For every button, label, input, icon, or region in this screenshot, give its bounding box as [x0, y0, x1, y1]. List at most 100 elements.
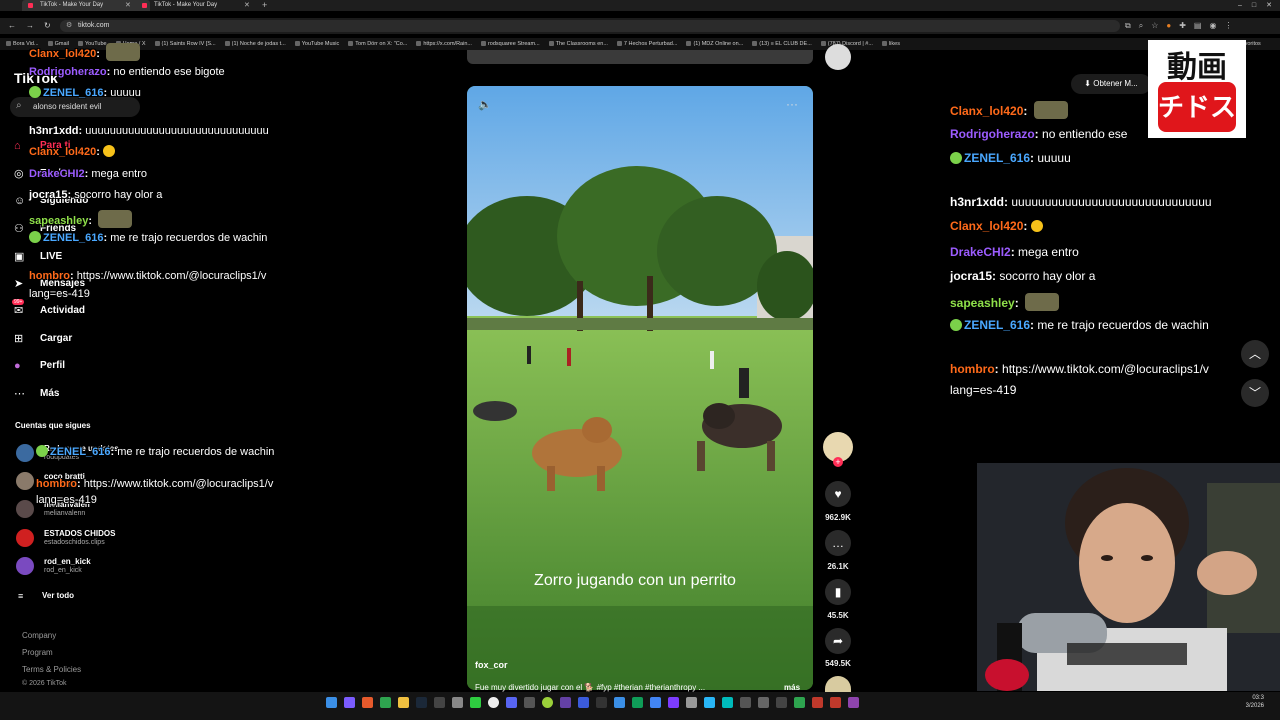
sidebar-item-live[interactable]: ▣ LIVE: [14, 250, 144, 264]
discord-icon[interactable]: [506, 697, 517, 708]
zoom-icon[interactable]: ⌕: [1139, 18, 1143, 34]
chat-message: DrakeCHI2: mega entro: [950, 245, 1079, 259]
chat-message: sapeashley:: [29, 210, 133, 228]
app-icon[interactable]: [686, 697, 697, 708]
windows-start-icon[interactable]: [326, 697, 337, 708]
sidebar-item-perfil[interactable]: ● Perfil: [14, 359, 144, 373]
app-icon[interactable]: [830, 697, 841, 708]
bookmark-item[interactable]: YouTube Music: [295, 38, 340, 50]
new-tab-icon[interactable]: +: [262, 0, 267, 11]
chat-username: DrakeCHI2: [950, 245, 1011, 259]
next-video-button[interactable]: ﹀: [1241, 379, 1269, 407]
sidebar-icon[interactable]: ▤: [1194, 18, 1202, 34]
share-button[interactable]: ➦: [825, 628, 851, 654]
sidebar-item-más[interactable]: ⋯ Más: [14, 387, 144, 401]
bookmark-item[interactable]: rodsquaree Stream...: [481, 38, 540, 50]
bookmark-button[interactable]: ▮: [825, 579, 851, 605]
app-icon[interactable]: [650, 697, 661, 708]
footer-company[interactable]: Company: [22, 631, 56, 640]
bookmark-item[interactable]: (13) ≡ EL CLUB DE...: [752, 38, 812, 50]
chrome-icon[interactable]: [380, 697, 391, 708]
app-icon[interactable]: [596, 697, 607, 708]
get-app-button[interactable]: ⬇ Obtener M...: [1071, 74, 1151, 94]
list-item[interactable]: ESTADOS CHIDOS estadoschidos.clips: [0, 529, 150, 551]
sidebar-item-actividad[interactable]: ✉ Actividad 99+: [12, 299, 144, 318]
previous-video-edge[interactable]: [467, 50, 813, 64]
previous-video-button[interactable]: ︿: [1241, 340, 1269, 368]
volume-icon[interactable]: 🔈: [478, 98, 492, 111]
chat-text: uuuuuuuuuuuuuuuuuuuuuuuuuuuuuu: [85, 125, 269, 137]
extension-icon[interactable]: ●: [1166, 18, 1171, 34]
friends-icon: ⚇: [14, 223, 24, 235]
more-link[interactable]: más: [784, 683, 800, 692]
bookmark-item[interactable]: Tom Dörr on X: "Co...: [348, 38, 407, 50]
app-icon[interactable]: [488, 697, 499, 708]
app-icon[interactable]: [722, 697, 733, 708]
app-icon[interactable]: [578, 697, 589, 708]
prev-avatar[interactable]: [825, 44, 851, 70]
url-box[interactable]: [60, 20, 1120, 32]
back-icon[interactable]: ←: [8, 18, 16, 34]
close-window-icon[interactable]: ✕: [1266, 0, 1272, 11]
sound-disc[interactable]: [825, 676, 851, 692]
bookmark-item[interactable]: likes: [882, 38, 900, 50]
maximize-icon[interactable]: □: [1252, 0, 1256, 11]
app-icon[interactable]: [848, 697, 859, 708]
app-icon[interactable]: [668, 697, 679, 708]
video-player[interactable]: [467, 86, 813, 690]
close-tab-icon[interactable]: ✕: [125, 0, 131, 11]
app-icon[interactable]: [344, 697, 355, 708]
reload-icon[interactable]: ↻: [44, 18, 51, 34]
following-handle: melianvalenn: [44, 510, 86, 517]
bookmark-item[interactable]: 7 Hechos Perturbad...: [617, 38, 678, 50]
menu-icon[interactable]: ⋮: [1224, 18, 1232, 34]
bookmark-item[interactable]: (1) Noche de jodas t...: [225, 38, 286, 50]
comment-button[interactable]: …: [825, 530, 851, 556]
list-item[interactable]: rod_en_kick rod_en_kick: [0, 557, 150, 579]
chrome-icon[interactable]: [794, 697, 805, 708]
bookmark-item[interactable]: The Classrooms en...: [549, 38, 608, 50]
site-info-icon[interactable]: ⚙: [66, 20, 72, 32]
like-count: 962.9K: [825, 513, 851, 522]
app-icon[interactable]: [542, 697, 553, 708]
install-icon[interactable]: ⧉: [1125, 18, 1131, 34]
app-icon[interactable]: [434, 697, 445, 708]
chat-message: lang=es-419: [950, 383, 1016, 397]
puzzle-icon[interactable]: ✚: [1179, 18, 1186, 34]
app-icon[interactable]: [470, 697, 481, 708]
app-icon[interactable]: [632, 697, 643, 708]
steam-icon[interactable]: [416, 697, 427, 708]
app-icon[interactable]: [758, 697, 769, 708]
follow-plus-icon[interactable]: +: [833, 457, 843, 467]
profile-avatar-icon[interactable]: ◉: [1209, 18, 1216, 34]
video-author[interactable]: fox_cor: [475, 660, 508, 670]
footer-terms[interactable]: Terms & Policies: [22, 665, 81, 674]
app-icon[interactable]: [704, 697, 715, 708]
emote-icon: [1025, 293, 1060, 311]
app-icon[interactable]: [812, 697, 823, 708]
minimize-icon[interactable]: –: [1238, 0, 1242, 11]
sidebar-item-cargar[interactable]: ⊞ Cargar: [14, 332, 144, 346]
folder-icon[interactable]: [398, 697, 409, 708]
twitch-icon[interactable]: [560, 697, 571, 708]
app-icon[interactable]: [524, 697, 535, 708]
star-icon[interactable]: ☆: [1151, 18, 1158, 34]
chat-message: hombro: https://www.tiktok.com/@locuracl…: [950, 362, 1209, 376]
footer-program[interactable]: Program: [22, 648, 53, 657]
settings-icon[interactable]: [452, 697, 463, 708]
forward-icon[interactable]: →: [26, 18, 34, 34]
bookmark-item[interactable]: (1) MDZ Online on...: [686, 38, 743, 50]
bookmark-item[interactable]: https://x.com/Rain...: [416, 38, 472, 50]
video-more-icon[interactable]: ···: [786, 97, 798, 111]
chat-separator: :: [1010, 245, 1019, 259]
close-tab-icon[interactable]: ✕: [244, 0, 250, 11]
url-text[interactable]: tiktok.com: [78, 20, 110, 32]
app-icon[interactable]: [614, 697, 625, 708]
firefox-icon[interactable]: [362, 697, 373, 708]
like-button[interactable]: ♥: [825, 481, 851, 507]
app-icon[interactable]: [740, 697, 751, 708]
emote-icon: [103, 145, 115, 157]
bookmark-item[interactable]: (1) Saints Row IV [S...: [155, 38, 216, 50]
see-all-link[interactable]: Ver todo: [42, 591, 74, 600]
app-icon[interactable]: [776, 697, 787, 708]
